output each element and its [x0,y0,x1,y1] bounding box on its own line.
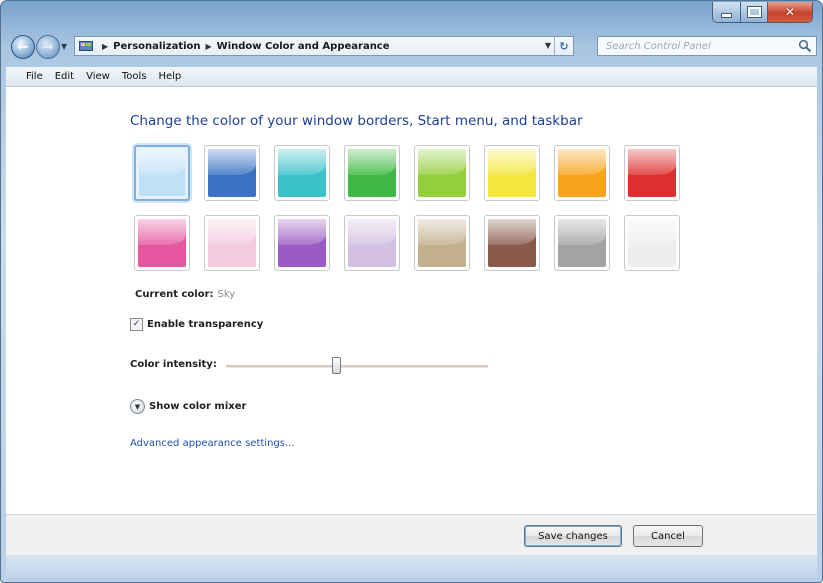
color-swatch-lavender[interactable] [344,215,400,271]
refresh-icon[interactable]: ↻ [554,37,573,55]
control-panel-icon [79,40,93,52]
footer-bar: Save changes Cancel [6,514,817,555]
swatch-color-fill [558,219,606,267]
menu-tools[interactable]: Tools [116,71,153,82]
color-swatch-violet[interactable] [274,215,330,271]
mixer-label: Show color mixer [149,401,247,412]
navigation-bar: ← → ▼ ▶ Personalization ▶ Window Color a… [9,34,819,62]
swatch-color-fill [208,149,256,197]
search-input[interactable]: Search Control Panel [597,36,817,56]
close-button[interactable]: ✕ [768,2,812,22]
cancel-button[interactable]: Cancel [633,525,703,547]
transparency-label: Enable transparency [147,319,264,330]
menu-bar: File Edit View Tools Help [6,67,817,87]
maximize-button[interactable] [741,2,768,22]
color-swatch-taupe[interactable] [414,215,470,271]
forward-button[interactable]: → [36,35,60,59]
swatch-color-fill [488,219,536,267]
transparency-option[interactable]: ✓ Enable transparency [130,318,263,331]
breadcrumb-personalization[interactable]: Personalization [113,41,200,52]
swatch-color-fill [628,219,676,267]
address-bar[interactable]: ▶ Personalization ▶ Window Color and App… [74,36,574,56]
minimize-button[interactable] [713,2,741,22]
breadcrumb-window-color[interactable]: Window Color and Appearance [217,41,390,52]
swatch-color-fill [138,219,186,267]
color-swatch-pumpkin[interactable] [554,145,610,201]
color-mixer-toggle[interactable]: ▼ Show color mixer [130,399,246,414]
color-swatch-chocolate[interactable] [484,215,540,271]
swatch-color-fill [139,150,185,196]
menu-view[interactable]: View [80,71,116,82]
color-swatch-leaf[interactable] [344,145,400,201]
swatch-color-fill [628,149,676,197]
current-color-label: Current color: [135,289,214,300]
swatch-color-fill [488,149,536,197]
search-icon[interactable] [798,39,812,53]
content-area: Change the color of your window borders,… [6,87,817,514]
swatch-color-fill [208,219,256,267]
menu-edit[interactable]: Edit [49,71,80,82]
color-swatch-frost[interactable] [624,215,680,271]
caption-buttons: ✕ [712,2,813,23]
swatch-color-fill [418,219,466,267]
intensity-slider-track[interactable] [226,365,488,368]
menu-help[interactable]: Help [152,71,187,82]
color-swatch-lemon[interactable] [484,145,540,201]
transparency-checkbox[interactable]: ✓ [130,318,143,331]
intensity-label: Color intensity: [130,359,217,370]
color-swatch-fuchsia[interactable] [134,215,190,271]
intensity-slider-thumb[interactable] [332,357,342,374]
current-color-value: Sky [217,289,236,300]
swatch-color-fill [278,219,326,267]
close-icon: ✕ [784,5,796,19]
window-bottom-border [6,555,817,577]
current-color: Current color: Sky [135,289,235,300]
menu-file[interactable]: File [6,71,49,82]
color-swatch-slate[interactable] [554,215,610,271]
forward-arrow-icon: → [42,39,54,55]
color-swatch-sky[interactable] [134,145,190,201]
breadcrumb-separator-icon: ▶ [205,41,212,51]
color-swatch-lime[interactable] [414,145,470,201]
advanced-appearance-link[interactable]: Advanced appearance settings... [130,438,295,449]
breadcrumb-separator-icon: ▶ [102,41,109,51]
back-button[interactable]: ← [11,35,35,59]
color-swatch-blush[interactable] [204,215,260,271]
address-dropdown-icon[interactable]: ▼ [545,41,551,50]
swatch-color-fill [348,149,396,197]
color-swatch-twilight[interactable] [204,145,260,201]
back-arrow-icon: ← [17,39,29,55]
swatch-color-fill [558,149,606,197]
control-panel-window: ✕ ← → ▼ ▶ Personalization ▶ Window Color… [0,0,823,583]
color-swatch-grid [134,145,704,280]
swatch-color-fill [418,149,466,197]
color-swatch-sea[interactable] [274,145,330,201]
expand-chevron-icon[interactable]: ▼ [130,399,145,414]
save-changes-button[interactable]: Save changes [524,525,622,547]
swatch-color-fill [278,149,326,197]
recent-pages-dropdown[interactable]: ▼ [61,42,67,51]
color-swatch-ruby[interactable] [624,145,680,201]
search-placeholder: Search Control Panel [606,40,711,52]
page-title: Change the color of your window borders,… [130,113,583,129]
swatch-color-fill [348,219,396,267]
